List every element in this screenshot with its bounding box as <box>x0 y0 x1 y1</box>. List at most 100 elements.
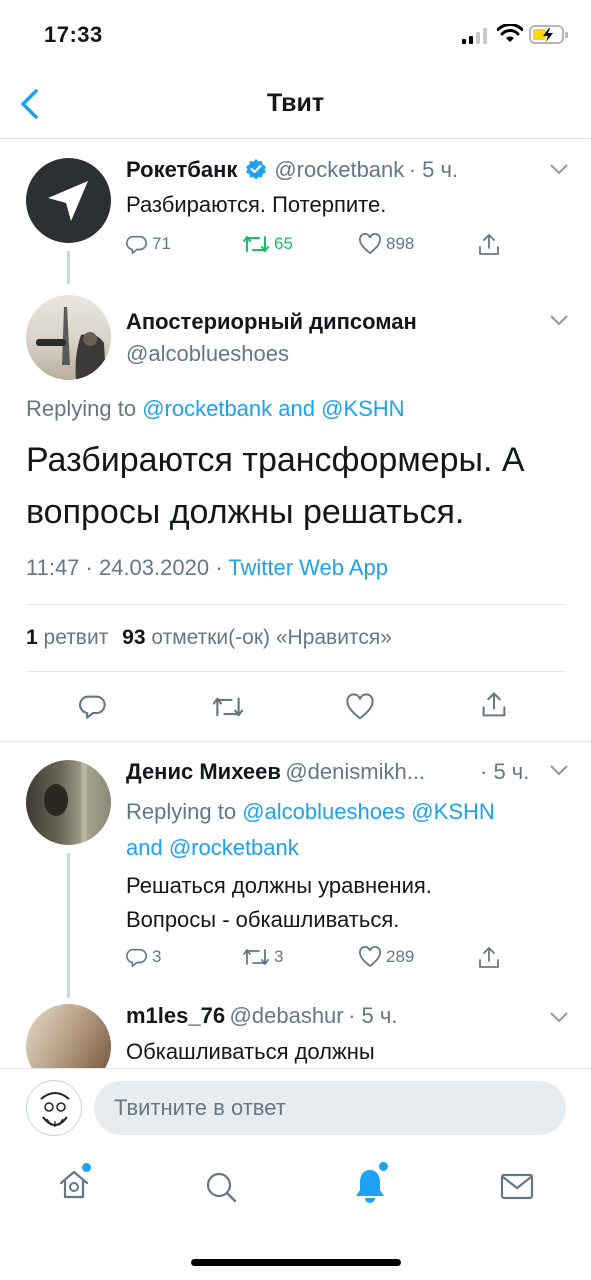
retweet-stat[interactable]: 1 ретвит <box>26 626 114 649</box>
home-indicator[interactable] <box>191 1259 401 1266</box>
heart-icon <box>346 693 374 720</box>
paper-plane-icon <box>48 181 88 221</box>
retweet-button[interactable]: 3 <box>242 946 283 968</box>
share-button[interactable] <box>476 945 502 976</box>
reply-icon <box>126 948 147 967</box>
reply-compose-input[interactable]: Твитните в ответ <box>94 1081 566 1135</box>
retweet-stat-label: ретвит <box>43 626 109 649</box>
status-time: 17:33 <box>44 22 103 47</box>
replying-prefix: Replying to <box>126 799 237 824</box>
tab-notifications[interactable] <box>352 1162 388 1209</box>
tweet-header: m1les_76 @debashur · 5 ч. <box>126 1003 397 1029</box>
share-button[interactable] <box>479 690 509 725</box>
like-count: 289 <box>386 947 415 966</box>
tweet-timestamp: 11:47 · 24.03.2020 · <box>26 555 223 580</box>
replying-prefix: Replying to <box>26 396 137 421</box>
heart-icon <box>359 233 381 255</box>
search-icon <box>206 1172 237 1203</box>
retweet-icon <box>243 236 269 252</box>
tweet-text-line: Решаться должны уравнения. <box>126 873 432 898</box>
tweet-menu-button[interactable] <box>549 162 569 181</box>
tweet-menu-button[interactable] <box>549 313 569 332</box>
chevron-down-icon <box>550 164 568 175</box>
reply-count: 71 <box>152 234 171 253</box>
like-stat[interactable]: 93 отметки(-ок) «Нравится» <box>122 626 392 649</box>
chevron-down-icon <box>550 765 568 776</box>
mail-icon <box>500 1173 534 1200</box>
my-avatar[interactable] <box>26 1080 82 1136</box>
nav-divider <box>0 138 591 139</box>
avatar-rocketbank[interactable] <box>26 158 111 243</box>
avatar-debashur[interactable] <box>26 1004 111 1068</box>
tweet-text: Разбираются. Потерпите. <box>126 192 387 217</box>
replying-to: Replying to @alcoblueshoes @KSHN and @ro… <box>126 794 495 866</box>
tweet-menu-button[interactable] <box>549 1010 569 1029</box>
tweet-age: · 5 ч. <box>480 759 530 784</box>
retweet-total: 1 <box>26 626 38 649</box>
replying-to-users[interactable]: @rocketbank and @KSHN <box>142 396 404 421</box>
share-icon <box>479 947 499 968</box>
like-button[interactable]: 289 <box>358 946 414 968</box>
notification-dot <box>82 1163 91 1172</box>
share-icon <box>482 692 506 717</box>
retweet-icon <box>243 949 269 965</box>
like-total: 93 <box>122 626 146 649</box>
tweet-menu-button[interactable] <box>549 763 569 782</box>
tweet-text-line: вопросы должны решаться. <box>26 493 465 531</box>
like-count: 898 <box>386 234 415 253</box>
compose-divider <box>0 1068 591 1069</box>
signal-icon <box>462 28 492 49</box>
author-name[interactable]: Денис Михеев <box>126 759 281 784</box>
tweet-age: · 5 ч. <box>408 157 459 182</box>
wifi-icon <box>496 23 524 49</box>
divider <box>26 671 566 672</box>
tweet-text-line: Разбираются трансформеры. А <box>26 441 525 479</box>
tab-messages[interactable] <box>500 1172 534 1207</box>
tweet-source[interactable]: Twitter Web App <box>228 555 388 580</box>
avatar-denismikh[interactable] <box>26 760 111 845</box>
avatar-alcoblueshoes[interactable] <box>26 295 111 380</box>
reply-button[interactable]: 71 <box>126 233 171 255</box>
author-handle[interactable]: @denismikh... <box>285 759 425 784</box>
verified-badge-icon <box>245 158 267 185</box>
tweet-header: Рокетбанк @rocketbank · 5 ч. <box>126 157 458 185</box>
tweet-text-line: Вопросы - обкашливаться. <box>126 907 400 932</box>
retweet-button[interactable]: 65 <box>242 233 293 255</box>
reply-button[interactable]: 3 <box>126 946 161 968</box>
reply-icon <box>79 695 106 719</box>
reply-2-clip: m1les_76 @debashur · 5 ч. Обкашливаться … <box>0 998 591 1068</box>
page-title: Твит <box>266 89 325 117</box>
author-handle[interactable]: @alcoblueshoes <box>126 341 289 367</box>
retweet-button[interactable] <box>211 694 245 725</box>
reply-button[interactable] <box>79 692 107 725</box>
like-stat-label: отметки(-ок) «Нравится» <box>151 626 392 649</box>
like-button[interactable]: 898 <box>358 233 414 255</box>
thread-connector <box>67 853 70 998</box>
divider <box>26 604 566 605</box>
chevron-down-icon <box>550 1012 568 1023</box>
divider <box>0 741 591 742</box>
author-handle[interactable]: @debashur <box>230 1003 344 1028</box>
author-name[interactable]: Апостериорный дипсоман <box>126 309 417 335</box>
engagement-stats: 1 ретвит 93 отметки(-ок) «Нравится» <box>26 626 392 650</box>
like-button[interactable] <box>345 693 375 726</box>
reply-icon <box>126 235 147 254</box>
author-name[interactable]: Рокетбанк <box>126 157 237 182</box>
author-name[interactable]: m1les_76 <box>126 1003 225 1028</box>
compose-placeholder: Твитните в ответ <box>114 1095 286 1120</box>
thread-connector <box>67 251 70 284</box>
tab-home[interactable] <box>56 1163 92 1207</box>
replying-to-users[interactable]: @alcoblueshoes @KSHN <box>242 799 495 824</box>
chevron-down-icon <box>550 315 568 326</box>
tweet-age: · 5 ч. <box>348 1003 398 1028</box>
share-button[interactable] <box>476 232 502 263</box>
tweet-text: Решаться должны уравнения. Вопросы - обк… <box>126 869 432 937</box>
tab-search[interactable] <box>204 1170 238 1209</box>
battery-icon <box>529 25 569 50</box>
replying-to-users[interactable]: and @rocketbank <box>126 830 495 866</box>
author-handle[interactable]: @rocketbank <box>274 157 404 182</box>
replying-to: Replying to @rocketbank and @KSHN <box>26 396 405 422</box>
retweet-count: 65 <box>274 234 293 253</box>
tweet-text: Обкашливаться должны <box>126 1039 375 1064</box>
tweet-meta: 11:47 · 24.03.2020 · Twitter Web App <box>26 555 388 581</box>
